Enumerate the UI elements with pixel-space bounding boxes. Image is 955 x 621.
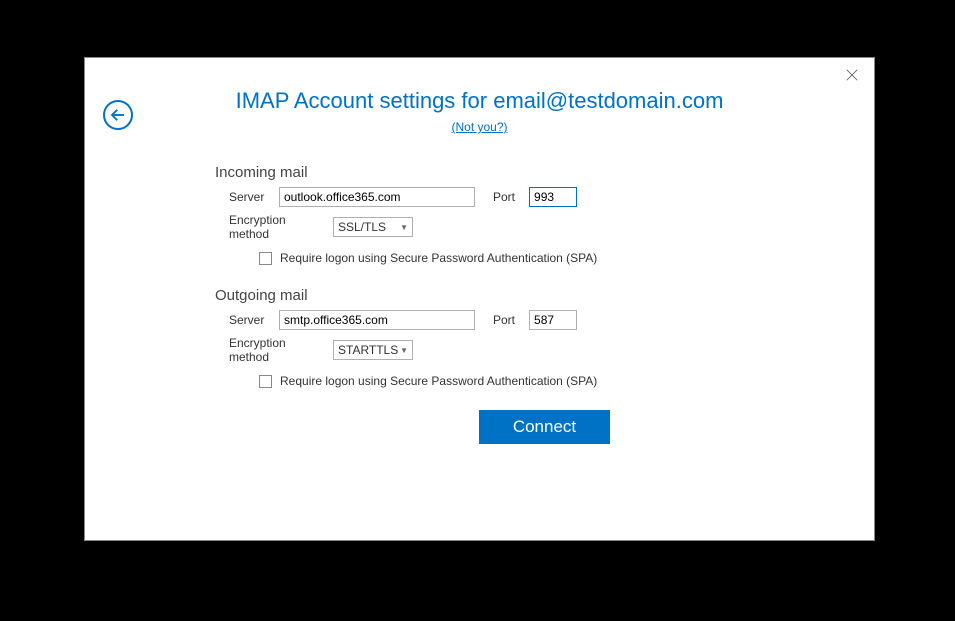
incoming-encryption-value: SSL/TLS <box>338 220 400 234</box>
close-icon[interactable] <box>842 68 862 88</box>
outgoing-spa-label: Require logon using Secure Password Auth… <box>280 374 597 388</box>
outgoing-section-title: Outgoing mail <box>215 287 874 304</box>
outgoing-encryption-row: Encryption method STARTTLS ▼ <box>215 336 874 364</box>
imap-settings-dialog: IMAP Account settings for email@testdoma… <box>84 57 875 541</box>
chevron-down-icon: ▼ <box>400 346 408 355</box>
chevron-down-icon: ▼ <box>400 223 408 232</box>
incoming-section-title: Incoming mail <box>215 164 874 181</box>
not-you-link[interactable]: (Not you?) <box>451 120 507 134</box>
incoming-port-label: Port <box>493 190 515 204</box>
incoming-server-input[interactable] <box>279 187 475 207</box>
incoming-port-input[interactable] <box>529 187 577 207</box>
back-button[interactable] <box>103 100 133 130</box>
incoming-spa-label: Require logon using Secure Password Auth… <box>280 251 597 265</box>
incoming-encryption-row: Encryption method SSL/TLS ▼ <box>215 213 874 241</box>
outgoing-server-row: Server Port <box>215 310 874 330</box>
outgoing-encryption-label: Encryption method <box>215 336 329 364</box>
outgoing-port-input[interactable] <box>529 310 577 330</box>
incoming-encryption-select[interactable]: SSL/TLS ▼ <box>333 217 413 237</box>
form-area: Incoming mail Server Port Encryption met… <box>215 164 874 444</box>
incoming-server-row: Server Port <box>215 187 874 207</box>
connect-button[interactable]: Connect <box>479 410 610 444</box>
page-title: IMAP Account settings for email@testdoma… <box>85 88 874 114</box>
outgoing-encryption-value: STARTTLS <box>338 343 400 357</box>
incoming-server-label: Server <box>215 190 265 204</box>
outgoing-encryption-select[interactable]: STARTTLS ▼ <box>333 340 413 360</box>
incoming-encryption-label: Encryption method <box>215 213 329 241</box>
outgoing-spa-checkbox[interactable] <box>259 375 272 388</box>
outgoing-port-label: Port <box>493 313 515 327</box>
incoming-spa-checkbox[interactable] <box>259 252 272 265</box>
outgoing-spa-row: Require logon using Secure Password Auth… <box>215 374 874 388</box>
outgoing-server-input[interactable] <box>279 310 475 330</box>
outgoing-server-label: Server <box>215 313 265 327</box>
incoming-spa-row: Require logon using Secure Password Auth… <box>215 251 874 265</box>
dialog-header: IMAP Account settings for email@testdoma… <box>85 58 874 136</box>
